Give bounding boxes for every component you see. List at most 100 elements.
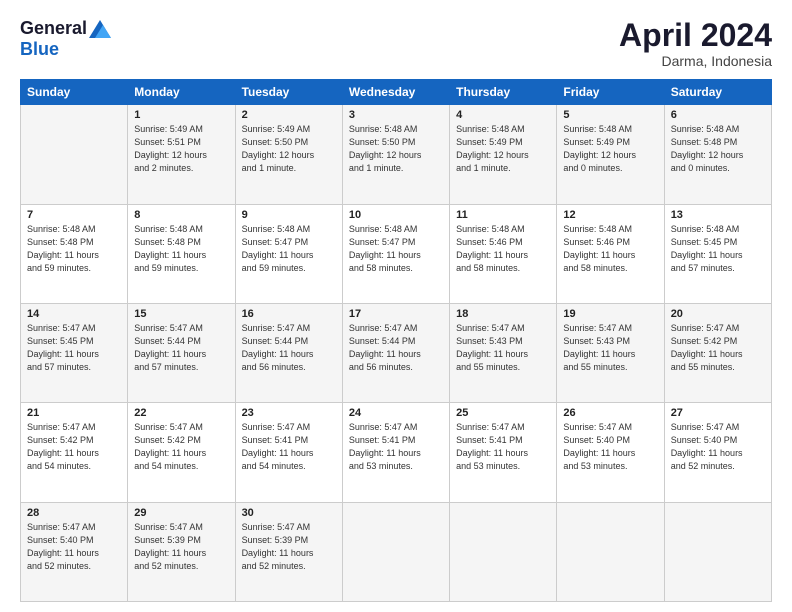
day-info: Sunrise: 5:47 AM Sunset: 5:44 PM Dayligh… [349, 322, 443, 374]
calendar-cell: 21 Sunrise: 5:47 AM Sunset: 5:42 PM Dayli… [21, 403, 128, 502]
day-number: 19 [563, 308, 657, 320]
calendar-cell: 3 Sunrise: 5:48 AM Sunset: 5:50 PM Daylig… [342, 105, 449, 204]
title-area: April 2024 Darma, Indonesia [619, 18, 772, 69]
day-info: Sunrise: 5:47 AM Sunset: 5:40 PM Dayligh… [27, 521, 121, 573]
calendar-cell: 20 Sunrise: 5:47 AM Sunset: 5:42 PM Dayli… [664, 303, 771, 402]
day-number: 17 [349, 308, 443, 320]
day-number: 2 [242, 109, 336, 121]
calendar-cell [450, 502, 557, 601]
day-number: 12 [563, 209, 657, 221]
location: Darma, Indonesia [619, 53, 772, 69]
calendar-table: SundayMondayTuesdayWednesdayThursdayFrid… [20, 79, 772, 602]
day-info: Sunrise: 5:47 AM Sunset: 5:42 PM Dayligh… [27, 421, 121, 473]
week-row-0: 1Sunrise: 5:49 AM Sunset: 5:51 PM Daylig… [21, 105, 772, 204]
day-number: 21 [27, 407, 121, 419]
day-info: Sunrise: 5:48 AM Sunset: 5:46 PM Dayligh… [563, 223, 657, 275]
calendar-cell: 4 Sunrise: 5:48 AM Sunset: 5:49 PM Daylig… [450, 105, 557, 204]
header: General Blue April 2024 Darma, Indonesia [20, 18, 772, 69]
day-info: Sunrise: 5:48 AM Sunset: 5:50 PM Dayligh… [349, 123, 443, 175]
day-number: 8 [134, 209, 228, 221]
day-number: 9 [242, 209, 336, 221]
logo: General Blue [20, 18, 111, 60]
day-number: 23 [242, 407, 336, 419]
calendar-cell [557, 502, 664, 601]
day-info: Sunrise: 5:48 AM Sunset: 5:48 PM Dayligh… [671, 123, 765, 175]
calendar-cell [664, 502, 771, 601]
day-number: 15 [134, 308, 228, 320]
calendar-cell: 12 Sunrise: 5:48 AM Sunset: 5:46 PM Dayli… [557, 204, 664, 303]
logo-general: General [20, 18, 87, 39]
day-info: Sunrise: 5:47 AM Sunset: 5:45 PM Dayligh… [27, 322, 121, 374]
calendar-cell: 23 Sunrise: 5:47 AM Sunset: 5:41 PM Dayli… [235, 403, 342, 502]
day-info: Sunrise: 5:47 AM Sunset: 5:44 PM Dayligh… [134, 322, 228, 374]
day-number: 14 [27, 308, 121, 320]
day-info: Sunrise: 5:47 AM Sunset: 5:42 PM Dayligh… [671, 322, 765, 374]
day-info: Sunrise: 5:47 AM Sunset: 5:42 PM Dayligh… [134, 421, 228, 473]
day-number: 3 [349, 109, 443, 121]
day-info: Sunrise: 5:47 AM Sunset: 5:41 PM Dayligh… [242, 421, 336, 473]
day-number: 16 [242, 308, 336, 320]
calendar-cell: 19 Sunrise: 5:47 AM Sunset: 5:43 PM Dayli… [557, 303, 664, 402]
day-info: Sunrise: 5:47 AM Sunset: 5:43 PM Dayligh… [456, 322, 550, 374]
day-number: 10 [349, 209, 443, 221]
day-number: 26 [563, 407, 657, 419]
calendar-cell: 9 Sunrise: 5:48 AM Sunset: 5:47 PM Daylig… [235, 204, 342, 303]
day-info: Sunrise: 5:47 AM Sunset: 5:44 PM Dayligh… [242, 322, 336, 374]
month-title: April 2024 [619, 18, 772, 53]
week-row-3: 21 Sunrise: 5:47 AM Sunset: 5:42 PM Dayli… [21, 403, 772, 502]
calendar-cell: 13Sunrise: 5:48 AM Sunset: 5:45 PM Dayli… [664, 204, 771, 303]
day-number: 4 [456, 109, 550, 121]
day-number: 25 [456, 407, 550, 419]
logo-icon [89, 20, 111, 38]
day-number: 27 [671, 407, 765, 419]
calendar-cell: 29 Sunrise: 5:47 AM Sunset: 5:39 PM Dayli… [128, 502, 235, 601]
calendar-cell: 27Sunrise: 5:47 AM Sunset: 5:40 PM Dayli… [664, 403, 771, 502]
day-number: 5 [563, 109, 657, 121]
calendar-cell: 2Sunrise: 5:49 AM Sunset: 5:50 PM Daylig… [235, 105, 342, 204]
day-number: 29 [134, 507, 228, 519]
day-info: Sunrise: 5:47 AM Sunset: 5:41 PM Dayligh… [349, 421, 443, 473]
week-row-4: 28 Sunrise: 5:47 AM Sunset: 5:40 PM Dayli… [21, 502, 772, 601]
day-number: 18 [456, 308, 550, 320]
day-number: 11 [456, 209, 550, 221]
day-info: Sunrise: 5:48 AM Sunset: 5:48 PM Dayligh… [134, 223, 228, 275]
day-info: Sunrise: 5:47 AM Sunset: 5:43 PM Dayligh… [563, 322, 657, 374]
day-info: Sunrise: 5:48 AM Sunset: 5:47 PM Dayligh… [349, 223, 443, 275]
calendar-cell: 1Sunrise: 5:49 AM Sunset: 5:51 PM Daylig… [128, 105, 235, 204]
calendar-cell [342, 502, 449, 601]
day-header-sunday: Sunday [21, 80, 128, 105]
day-info: Sunrise: 5:47 AM Sunset: 5:39 PM Dayligh… [134, 521, 228, 573]
day-info: Sunrise: 5:48 AM Sunset: 5:45 PM Dayligh… [671, 223, 765, 275]
calendar-cell: 16 Sunrise: 5:47 AM Sunset: 5:44 PM Dayli… [235, 303, 342, 402]
calendar-cell: 14 Sunrise: 5:47 AM Sunset: 5:45 PM Dayli… [21, 303, 128, 402]
day-info: Sunrise: 5:48 AM Sunset: 5:49 PM Dayligh… [456, 123, 550, 175]
day-number: 20 [671, 308, 765, 320]
calendar-cell: 22Sunrise: 5:47 AM Sunset: 5:42 PM Dayli… [128, 403, 235, 502]
day-info: Sunrise: 5:47 AM Sunset: 5:41 PM Dayligh… [456, 421, 550, 473]
day-info: Sunrise: 5:47 AM Sunset: 5:40 PM Dayligh… [563, 421, 657, 473]
logo-blue: Blue [20, 39, 59, 60]
calendar-cell [21, 105, 128, 204]
day-header-friday: Friday [557, 80, 664, 105]
week-row-2: 14 Sunrise: 5:47 AM Sunset: 5:45 PM Dayli… [21, 303, 772, 402]
day-info: Sunrise: 5:48 AM Sunset: 5:47 PM Dayligh… [242, 223, 336, 275]
day-info: Sunrise: 5:49 AM Sunset: 5:51 PM Dayligh… [134, 123, 228, 175]
day-info: Sunrise: 5:48 AM Sunset: 5:49 PM Dayligh… [563, 123, 657, 175]
day-header-wednesday: Wednesday [342, 80, 449, 105]
day-header-thursday: Thursday [450, 80, 557, 105]
calendar-cell: 11Sunrise: 5:48 AM Sunset: 5:46 PM Dayli… [450, 204, 557, 303]
page: General Blue April 2024 Darma, Indonesia… [0, 0, 792, 612]
calendar-cell: 26 Sunrise: 5:47 AM Sunset: 5:40 PM Dayli… [557, 403, 664, 502]
calendar-cell: 15 Sunrise: 5:47 AM Sunset: 5:44 PM Dayli… [128, 303, 235, 402]
day-header-saturday: Saturday [664, 80, 771, 105]
day-number: 28 [27, 507, 121, 519]
day-number: 24 [349, 407, 443, 419]
calendar-cell: 8 Sunrise: 5:48 AM Sunset: 5:48 PM Daylig… [128, 204, 235, 303]
calendar-cell: 28 Sunrise: 5:47 AM Sunset: 5:40 PM Dayli… [21, 502, 128, 601]
day-info: Sunrise: 5:47 AM Sunset: 5:39 PM Dayligh… [242, 521, 336, 573]
day-header-tuesday: Tuesday [235, 80, 342, 105]
calendar-cell: 24 Sunrise: 5:47 AM Sunset: 5:41 PM Dayli… [342, 403, 449, 502]
calendar-cell: 6Sunrise: 5:48 AM Sunset: 5:48 PM Daylig… [664, 105, 771, 204]
calendar-cell: 25 Sunrise: 5:47 AM Sunset: 5:41 PM Dayli… [450, 403, 557, 502]
calendar-cell: 30Sunrise: 5:47 AM Sunset: 5:39 PM Dayli… [235, 502, 342, 601]
